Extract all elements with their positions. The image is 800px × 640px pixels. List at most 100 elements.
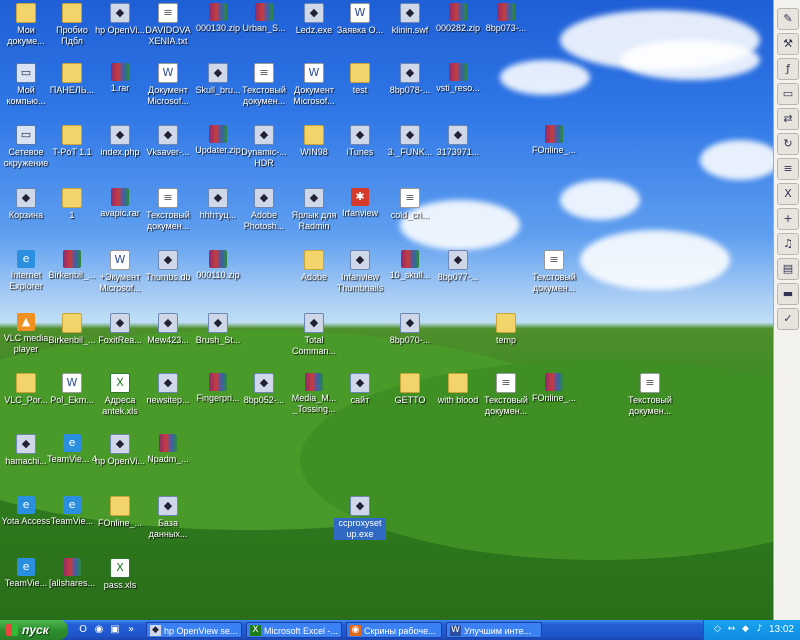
desktop-icon[interactable]: W Pol_Ekm... [46,373,98,406]
desktop-icon[interactable]: Fingerpri... [192,373,244,404]
flash-icon[interactable]: ƒ [777,58,799,80]
start-button[interactable]: пуск [0,620,68,640]
desktop-icon[interactable]: Updater.zip [192,125,244,156]
tray-volume-icon[interactable]: ♪ [754,624,765,635]
desktop-icon[interactable]: ◆ 8bp077-... [432,250,484,283]
desktop-icon[interactable]: Пробио Пдбл [46,3,98,47]
desktop-icon[interactable]: ◆ FoxitRea... [94,313,146,346]
desktop-icon[interactable]: ≡ Текстовый докумен... [480,373,532,417]
desktop-icon[interactable]: ▭ Мой компью... [0,63,52,107]
desktop-icon[interactable]: ◆ Total Comman... [288,313,340,357]
desktop-icon[interactable]: temp [480,313,532,346]
tools-icon[interactable]: ⚒ [777,33,799,55]
desktop-icon[interactable]: W Документ Microsof... [288,63,340,107]
desktop-icon[interactable]: Media_M... _Tossing... [288,373,340,415]
desktop-icon[interactable]: 10_skull... [384,250,436,281]
desktop-icon[interactable]: FOnline_... [94,496,146,529]
desktop-icon[interactable]: test [334,63,386,96]
notepad-icon[interactable]: ✎ [777,8,799,30]
clock[interactable]: 13:02 [769,620,794,640]
desktop-icon[interactable]: Birkenbil_... [46,313,98,346]
desktop-icon[interactable]: ◆ Ярлык для Radmin [288,188,340,232]
check-icon[interactable]: ✓ [777,308,799,330]
desktop-icon[interactable]: vsti_reso... [432,63,484,94]
desktop-icon[interactable]: VLC_Por... [0,373,52,406]
desktop-icon[interactable]: ◆ iTunes [334,125,386,158]
desktop-icon[interactable]: T-PoT 1.1 [46,125,98,158]
taskbar-task-button[interactable]: W Улучшим инте... [446,622,542,638]
desktop-icon[interactable]: e Internet Explorer [0,250,52,292]
desktop-icon[interactable]: Мои докуме... [0,3,52,47]
desktop-icon[interactable]: Urban_S... [238,3,290,34]
desktop-icon[interactable]: ◆ Infanview Thumbnails [334,250,386,294]
desktop-icon[interactable]: ◆ klinin.swf [384,3,436,36]
desktop-icon[interactable]: e Yota Access [0,496,52,527]
tray-shield-icon[interactable]: ◆ [740,624,751,635]
desktop-icon[interactable]: ◆ 8bp078-... [384,63,436,96]
desktop-icon[interactable]: W Документ Microsof... [142,63,194,107]
quicklaunch-expand-icon[interactable]: » [124,623,138,637]
desktop-icon[interactable]: GETTO [384,373,436,406]
list-icon[interactable]: ≡ [777,158,799,180]
desktop-icon[interactable]: Birkenbil_... [46,250,98,281]
desktop-icon[interactable]: ◆ hamachi... [0,434,52,467]
folder-icon[interactable]: ▤ [777,258,799,280]
desktop-icon[interactable]: 1 [46,188,98,221]
refresh-icon[interactable]: ↻ [777,133,799,155]
desktop-icon[interactable]: ◆ hp OpenVi... [94,434,146,467]
network-icon[interactable]: ⇄ [777,108,799,130]
desktop-icon[interactable]: 8bp073-... [480,3,532,34]
window-icon[interactable]: ▭ [777,83,799,105]
desktop-icon[interactable]: 1.rar [94,63,146,94]
quicklaunch-firefox-icon[interactable]: ◉ [92,623,106,637]
desktop-icon[interactable]: W +Экумент Microsof... [94,250,146,294]
desktop-icon[interactable]: ◆ 8bp070-... [384,313,436,346]
taskbar-task-button[interactable]: X Microsoft Excel -... [246,622,342,638]
desktop-icon[interactable]: ◆ Adobe Photosh... [238,188,290,232]
desktop-icon[interactable]: ◆ newsitep... [142,373,194,406]
taskbar-task-button[interactable]: ◉ Скрины рабоче... [346,622,442,638]
desktop-icon[interactable]: ◆ index.php [94,125,146,158]
desktop-icon[interactable]: [allshares... [46,558,98,589]
taskbar-task-button[interactable]: ◆ hp OpenView se... [146,622,242,638]
desktop-icon[interactable]: e TeamVie... [0,558,52,589]
desktop-icon[interactable]: WIN98 [288,125,340,158]
excel-icon[interactable]: X [777,183,799,205]
desktop-icon[interactable]: ◆ 3._FUNK... [384,125,436,158]
desktop-icon[interactable]: Xpass.xls [94,558,146,591]
quicklaunch-opera-icon[interactable]: O [76,623,90,637]
desktop-icon[interactable]: avapic.rar [94,188,146,219]
desktop-icon[interactable]: ≡ cold_cri... [384,188,436,221]
desktop-icon[interactable]: ◆ Dynamic-... HDR [238,125,290,169]
tray-teamviewer-icon[interactable]: ↔ [726,624,737,635]
desktop-icon[interactable]: Npadm_... [142,434,194,465]
desktop-icon[interactable]: FOnline_... [528,125,580,156]
desktop-icon[interactable]: ◆ сайт [334,373,386,406]
desktop-icon[interactable]: ≡ Текстовый докумен... [528,250,580,294]
desktop-icon[interactable]: ◆ Thumbs.db [142,250,194,283]
desktop-icon[interactable]: ◆ hhhтуц... [192,188,244,221]
desktop-icon[interactable]: ◆ Корзина [0,188,52,221]
desktop-icon[interactable]: ≡ Текстовый докумен... [238,63,290,107]
desktop-icon[interactable]: X Адреса antek.xls [94,373,146,417]
desktop-icon[interactable]: ◆ 3173971... [432,125,484,158]
winamp-icon[interactable]: ♫ [777,233,799,255]
desktop-icon[interactable]: e TeamVie... [46,496,98,527]
desktop-icon[interactable]: 000130.zip [192,3,244,34]
tray-network-icon[interactable]: ◇ [712,624,723,635]
desktop-icon[interactable]: ▲ VLC media player [0,313,52,355]
desktop-icon[interactable]: ◆ База данных... [142,496,194,540]
desktop-icon[interactable]: ◆ Brush_St... [192,313,244,346]
desktop-icon[interactable]: with blood [432,373,484,406]
desktop-icon[interactable]: ◆ Mew423... [142,313,194,346]
add-icon[interactable]: + [777,208,799,230]
drive-icon[interactable]: ▬ [777,283,799,305]
desktop-icon[interactable]: 000110.zip [192,250,244,281]
desktop-icon[interactable]: FOnline_... [528,373,580,404]
desktop-icon[interactable]: ≡ DAVIDOVA XENIA.txt [142,3,194,47]
desktop-icon[interactable]: ≡ Текстовый докумен... [624,373,676,417]
desktop-icon[interactable]: ◆ 8bp052-... [238,373,290,406]
desktop-icon[interactable]: e TeamVie... 4 [46,434,98,465]
desktop-icon[interactable]: ◆ hp OpenVi... [94,3,146,36]
quicklaunch-desktop-icon[interactable]: ▣ [108,623,122,637]
